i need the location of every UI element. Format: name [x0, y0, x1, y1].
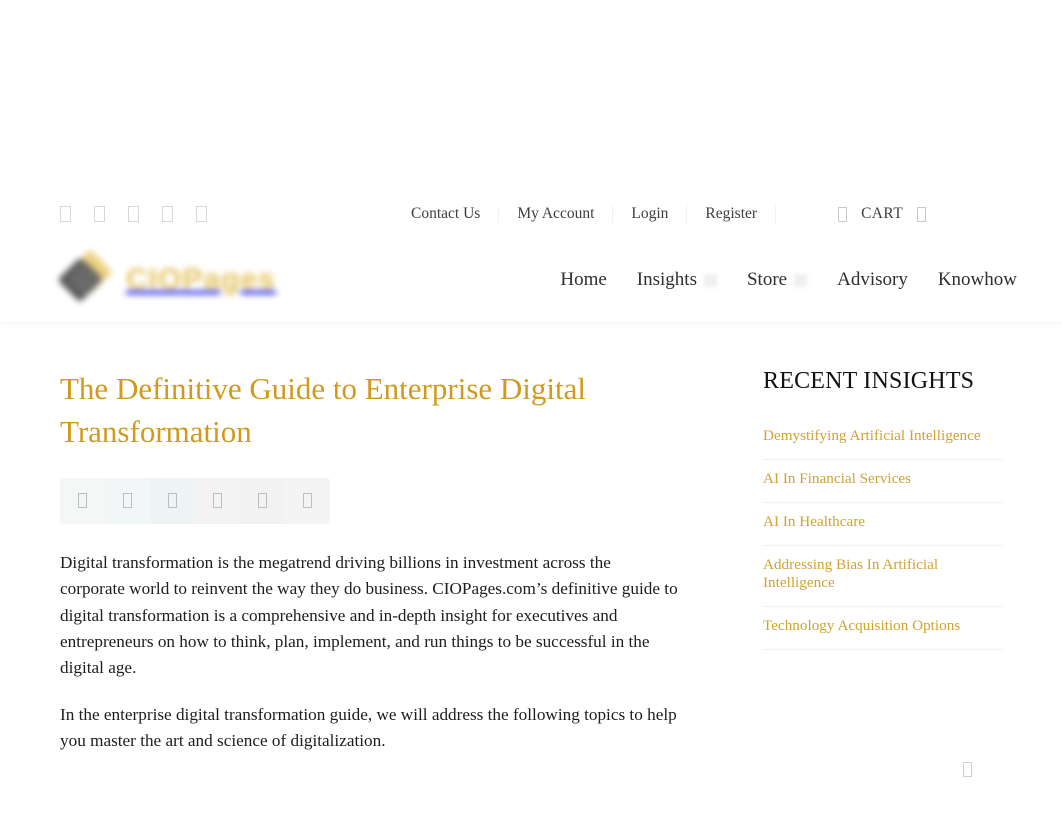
diamond-logo-icon [57, 249, 116, 308]
share-facebook-button[interactable] [60, 477, 105, 524]
nav-label: Insights [636, 269, 697, 290]
sidebar-title: RECENT INSIGHTS [763, 368, 975, 394]
site-logo[interactable]: CIOPages [57, 249, 276, 308]
nav-item-knowhow[interactable]: Knowhow [923, 269, 1032, 291]
social-links [60, 206, 207, 222]
content-area: The Definitive Guide to Enterprise Digit… [0, 322, 1062, 775]
youtube-icon[interactable] [162, 206, 173, 222]
twitter-icon [123, 493, 132, 509]
linkedin-icon [168, 493, 177, 509]
chevron-up-icon [962, 761, 972, 777]
link-contact-us[interactable]: Contact Us [393, 205, 498, 223]
utility-links: Contact Us My Account Login Register [393, 205, 777, 223]
chevron-down-icon [703, 273, 717, 287]
sidebar-link-technology-acquisition[interactable]: Technology Acquisition Options [763, 607, 1003, 649]
link-my-account[interactable]: My Account [499, 205, 612, 223]
site-header: CIOPages Home Insights Store Advisory Kn… [0, 238, 1062, 322]
share-pinterest-button[interactable] [195, 477, 240, 524]
rss-icon[interactable] [196, 206, 207, 222]
link-register[interactable]: Register [687, 205, 775, 223]
list-item: Addressing Bias In Artificial Intelligen… [763, 546, 1003, 608]
top-whitespace [0, 0, 1062, 190]
linkedin-icon[interactable] [128, 206, 139, 222]
twitter-icon[interactable] [94, 206, 105, 222]
cart-label: CART [861, 205, 904, 222]
logo-text: CIOPages [126, 263, 276, 296]
nav-item-advisory[interactable]: Advisory [822, 269, 923, 291]
sidebar-link-ai-healthcare[interactable]: AI In Healthcare [763, 503, 1003, 545]
cart-icon [838, 206, 848, 222]
list-item: Technology Acquisition Options [763, 607, 1003, 651]
chevron-down-icon [917, 206, 927, 222]
share-bar [60, 477, 330, 524]
sidebar: RECENT INSIGHTS Demystifying Artificial … [763, 368, 1003, 775]
page-title: The Definitive Guide to Enterprise Digit… [60, 371, 586, 449]
chevron-down-icon [794, 273, 808, 287]
share-twitter-button[interactable] [105, 477, 150, 524]
article-paragraph: Digital transformation is the megatrend … [60, 552, 678, 678]
cart-widget[interactable]: CART [838, 205, 927, 223]
nav-item-home[interactable]: Home [545, 269, 621, 291]
email-icon [258, 493, 267, 509]
page-root: Contact Us My Account Login Register CAR… [0, 0, 1062, 822]
back-to-top-button[interactable] [956, 758, 978, 780]
sidebar-link-demystifying-ai[interactable]: Demystifying Artificial Intelligence [763, 417, 1003, 459]
utility-bar: Contact Us My Account Login Register CAR… [0, 190, 1062, 238]
article: The Definitive Guide to Enterprise Digit… [60, 368, 680, 775]
share-email-button[interactable] [240, 477, 285, 524]
share-linkedin-button[interactable] [150, 477, 195, 524]
sidebar-link-ai-financial-services[interactable]: AI In Financial Services [763, 460, 1003, 502]
pinterest-icon [213, 493, 222, 509]
facebook-icon [78, 493, 87, 509]
facebook-icon[interactable] [60, 206, 71, 222]
link-login[interactable]: Login [613, 205, 686, 223]
print-icon [303, 493, 312, 509]
nav-item-store[interactable]: Store [732, 269, 822, 291]
list-item: Demystifying Artificial Intelligence [763, 417, 1003, 460]
primary-navigation: Home Insights Store Advisory Knowhow [545, 269, 1032, 291]
share-print-button[interactable] [285, 477, 330, 524]
nav-label: Store [746, 269, 788, 290]
nav-item-insights[interactable]: Insights [622, 269, 732, 291]
sidebar-link-addressing-bias[interactable]: Addressing Bias In Artificial Intelligen… [763, 546, 1003, 607]
article-paragraph: In the enterprise digital transformation… [60, 704, 677, 751]
list-item: AI In Healthcare [763, 503, 1003, 546]
nav-label: Advisory [837, 269, 908, 290]
nav-label: Knowhow [937, 269, 1017, 290]
list-item: AI In Financial Services [763, 460, 1003, 503]
divider [775, 205, 777, 223]
recent-insights-list: Demystifying Artificial Intelligence AI … [763, 417, 1003, 651]
nav-label: Home [560, 269, 607, 290]
